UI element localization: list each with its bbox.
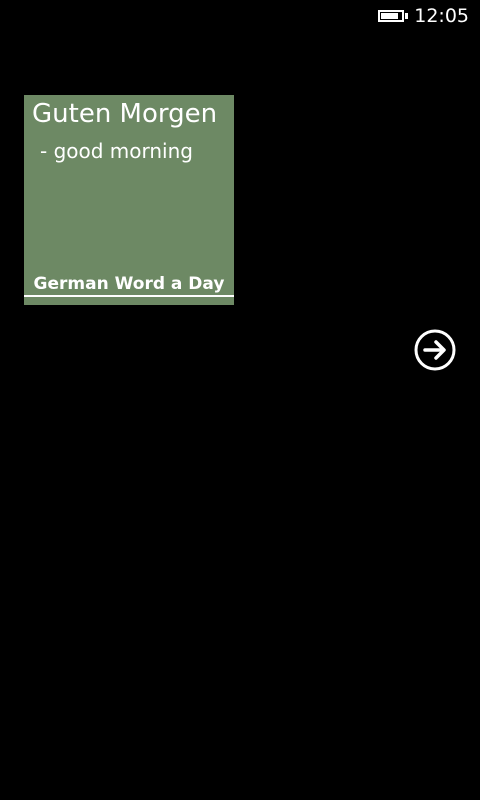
tile-title: German Word a Day bbox=[33, 274, 225, 294]
word-of-day-tile[interactable]: Guten Morgen - good morning German Word … bbox=[24, 95, 234, 305]
arrow-right-circle-icon bbox=[414, 329, 456, 371]
battery-tip bbox=[405, 13, 408, 19]
tile-underline bbox=[24, 295, 234, 297]
tile-translation: - good morning bbox=[40, 139, 193, 163]
battery-icon bbox=[378, 10, 404, 22]
status-clock: 12:05 bbox=[414, 5, 469, 27]
tile-word: Guten Morgen bbox=[32, 99, 218, 129]
battery-level-fill bbox=[381, 13, 398, 19]
next-button[interactable] bbox=[414, 329, 456, 371]
status-bar: 12:05 bbox=[0, 0, 480, 32]
